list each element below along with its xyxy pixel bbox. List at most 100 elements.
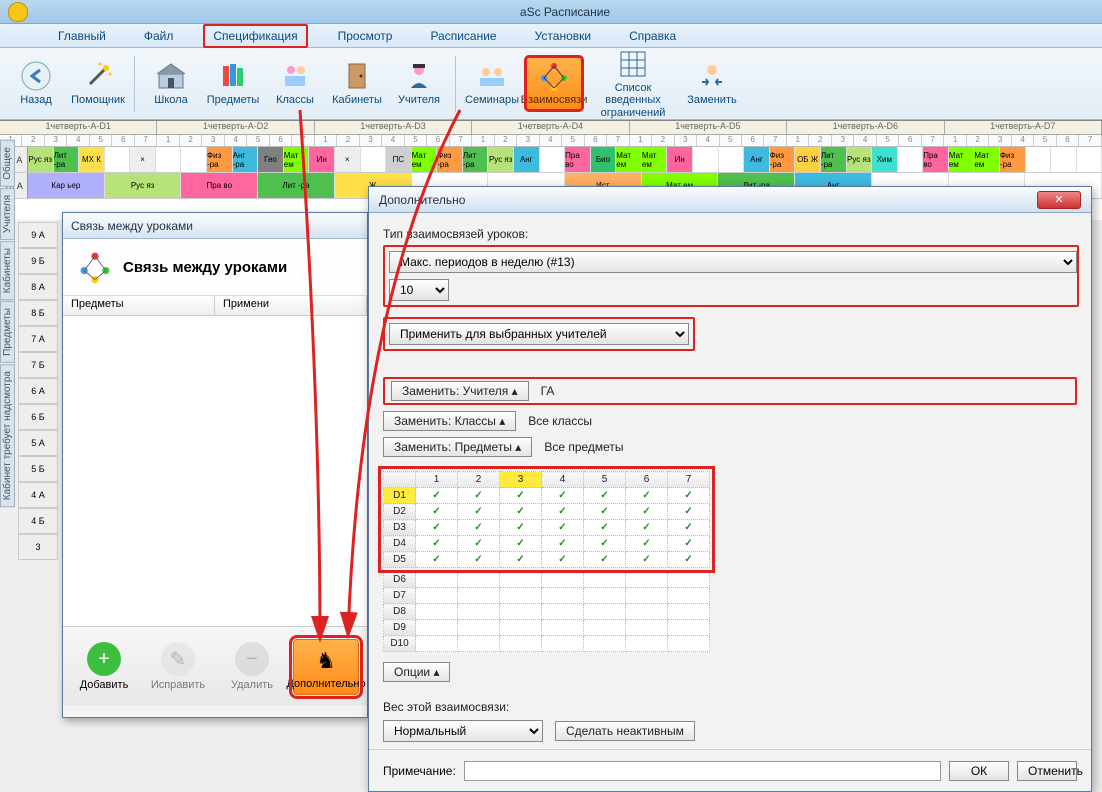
lesson-cell[interactable] xyxy=(540,147,566,172)
lesson-cell[interactable]: Хим xyxy=(872,147,898,172)
menu-просмотр[interactable]: Просмотр xyxy=(330,26,401,46)
lesson-cell[interactable] xyxy=(693,147,719,172)
lesson-cell[interactable]: Рус яз xyxy=(105,173,182,198)
dialog1-body[interactable] xyxy=(63,316,367,626)
lesson-cell[interactable]: Физ -ра xyxy=(437,147,463,172)
class-label[interactable]: 5 Б xyxy=(18,456,58,482)
edit-button[interactable]: ✎ Исправить xyxy=(145,642,211,691)
class-label[interactable]: 5 А xyxy=(18,430,58,456)
lesson-cell[interactable]: Анг xyxy=(744,147,770,172)
deactivate-button[interactable]: Сделать неактивным xyxy=(555,721,695,741)
lesson-cell[interactable]: Пра во xyxy=(923,147,949,172)
lesson-cell[interactable]: Анг -ра xyxy=(233,147,259,172)
ribbon-books[interactable]: Предметы xyxy=(205,58,261,108)
menu-справка[interactable]: Справка xyxy=(621,26,684,46)
lesson-cell[interactable]: Мат ем xyxy=(616,147,642,172)
ribbon-school[interactable]: Школа xyxy=(143,58,199,108)
note-input[interactable] xyxy=(464,761,941,781)
lesson-cell[interactable]: Ин xyxy=(309,147,335,172)
lesson-cell[interactable]: Физ -ра xyxy=(770,147,796,172)
lesson-cell[interactable]: Лит -ра xyxy=(258,173,335,198)
lesson-cell[interactable] xyxy=(898,147,924,172)
lesson-cell[interactable]: Мат ем xyxy=(974,147,1000,172)
class-label[interactable]: 8 А xyxy=(18,274,58,300)
lesson-cell[interactable]: Рус яз xyxy=(488,147,514,172)
class-label[interactable]: 7 А xyxy=(18,326,58,352)
class-label[interactable]: 7 Б xyxy=(18,352,58,378)
close-button[interactable]: ✕ xyxy=(1037,191,1081,209)
ok-button[interactable]: ОК xyxy=(949,761,1009,781)
lesson-cell[interactable]: Лит -ра xyxy=(463,147,489,172)
class-label[interactable]: 6 Б xyxy=(18,404,58,430)
ribbon-relations[interactable]: Взаимосвязи xyxy=(526,57,582,109)
sidetab[interactable]: Кабинет требует надсмотра xyxy=(0,364,15,507)
lesson-cell[interactable]: МХ К xyxy=(79,147,105,172)
sidetab[interactable]: Предметы xyxy=(0,301,15,363)
ribbon-grid[interactable]: Список введенных ограничений xyxy=(588,46,678,120)
lesson-cell[interactable]: Лит -ра xyxy=(821,147,847,172)
lesson-cell[interactable]: Мат ем xyxy=(412,147,438,172)
apply-to-select[interactable]: Применить для выбранных учителей xyxy=(389,323,689,345)
ribbon-wand[interactable]: Помощник xyxy=(70,58,126,108)
period-grid[interactable]: 1234567D1✓✓✓✓✓✓✓D2✓✓✓✓✓✓✓D3✓✓✓✓✓✓✓D4✓✓✓✓… xyxy=(383,471,710,568)
ribbon-swap[interactable]: Заменить xyxy=(684,58,740,108)
ribbon-class[interactable]: Классы xyxy=(267,58,323,108)
menu-файл[interactable]: Файл xyxy=(136,26,182,46)
lesson-cell[interactable]: Пра во xyxy=(181,173,258,198)
lesson-cell[interactable] xyxy=(1026,147,1052,172)
lesson-cell[interactable] xyxy=(156,147,182,172)
lesson-cell[interactable]: Пра во xyxy=(565,147,591,172)
lesson-cell[interactable]: Мат ем xyxy=(949,147,975,172)
lesson-cell[interactable]: Рус яз xyxy=(28,147,54,172)
lesson-cell[interactable]: × xyxy=(335,147,361,172)
lesson-cell[interactable] xyxy=(1051,147,1077,172)
ribbon-back[interactable]: Назад xyxy=(8,58,64,108)
more-button[interactable]: ♞ Дополнительно xyxy=(293,639,359,695)
add-button[interactable]: + Добавить xyxy=(71,642,137,691)
delete-button[interactable]: − Удалить xyxy=(219,642,285,691)
lesson-cell[interactable]: Био xyxy=(591,147,617,172)
class-label[interactable]: 4 А xyxy=(18,482,58,508)
menu-спецификация[interactable]: Спецификация xyxy=(203,24,307,48)
change-classes-button[interactable]: Заменить: Классы ▴ xyxy=(383,411,516,431)
class-label[interactable]: 6 А xyxy=(18,378,58,404)
menu-расписание[interactable]: Расписание xyxy=(422,26,504,46)
ribbon-door[interactable]: Кабинеты xyxy=(329,58,385,108)
lesson-cell[interactable] xyxy=(1077,147,1102,172)
lesson-cell[interactable]: × xyxy=(130,147,156,172)
ribbon-teacher[interactable]: Учителя xyxy=(391,58,447,108)
lesson-cell[interactable]: Ин xyxy=(667,147,693,172)
class-label[interactable]: 3 xyxy=(18,534,58,560)
lesson-cell[interactable] xyxy=(105,147,131,172)
weight-select[interactable]: Нормальный xyxy=(383,720,543,742)
class-label[interactable]: 9 Б xyxy=(18,248,58,274)
sidetab[interactable]: Общее xyxy=(0,140,15,187)
class-label[interactable]: 8 Б xyxy=(18,300,58,326)
change-teachers-button[interactable]: Заменить: Учителя ▴ xyxy=(391,381,529,401)
lesson-cell[interactable]: Лит -ра xyxy=(54,147,80,172)
lesson-cell[interactable]: Мат ем xyxy=(642,147,668,172)
class-label[interactable]: 4 Б xyxy=(18,508,58,534)
lesson-cell[interactable]: Мат ем xyxy=(284,147,310,172)
class-label[interactable]: 9 А xyxy=(18,222,58,248)
sidetab[interactable]: Учителя xyxy=(0,188,15,240)
relation-type-select[interactable]: Макс. периодов в неделю (#13) xyxy=(389,251,1077,273)
change-subjects-button[interactable]: Заменить: Предметы ▴ xyxy=(383,437,532,457)
lesson-cell[interactable]: Кар ьер xyxy=(28,173,105,198)
sidetab[interactable]: Кабинеты xyxy=(0,241,15,300)
lesson-cell[interactable] xyxy=(361,147,387,172)
lesson-cell[interactable]: ПС xyxy=(386,147,412,172)
lesson-cell[interactable]: Рус яз xyxy=(847,147,873,172)
lesson-cell[interactable]: Гео xyxy=(258,147,284,172)
count-select[interactable]: 10 xyxy=(389,279,449,301)
lesson-cell[interactable]: Физ -ра xyxy=(1000,147,1026,172)
lesson-cell[interactable]: ОБ Ж xyxy=(795,147,821,172)
period-grid-extra[interactable]: D6D7D8D9D10 xyxy=(383,571,710,652)
menu-установки[interactable]: Установки xyxy=(527,26,599,46)
lesson-cell[interactable]: Анг xyxy=(514,147,540,172)
lesson-cell[interactable] xyxy=(719,147,745,172)
lesson-cell[interactable]: Физ -ра xyxy=(207,147,233,172)
lesson-cell[interactable] xyxy=(181,147,207,172)
cancel-button[interactable]: Отменить xyxy=(1017,761,1077,781)
menu-главный[interactable]: Главный xyxy=(50,26,114,46)
